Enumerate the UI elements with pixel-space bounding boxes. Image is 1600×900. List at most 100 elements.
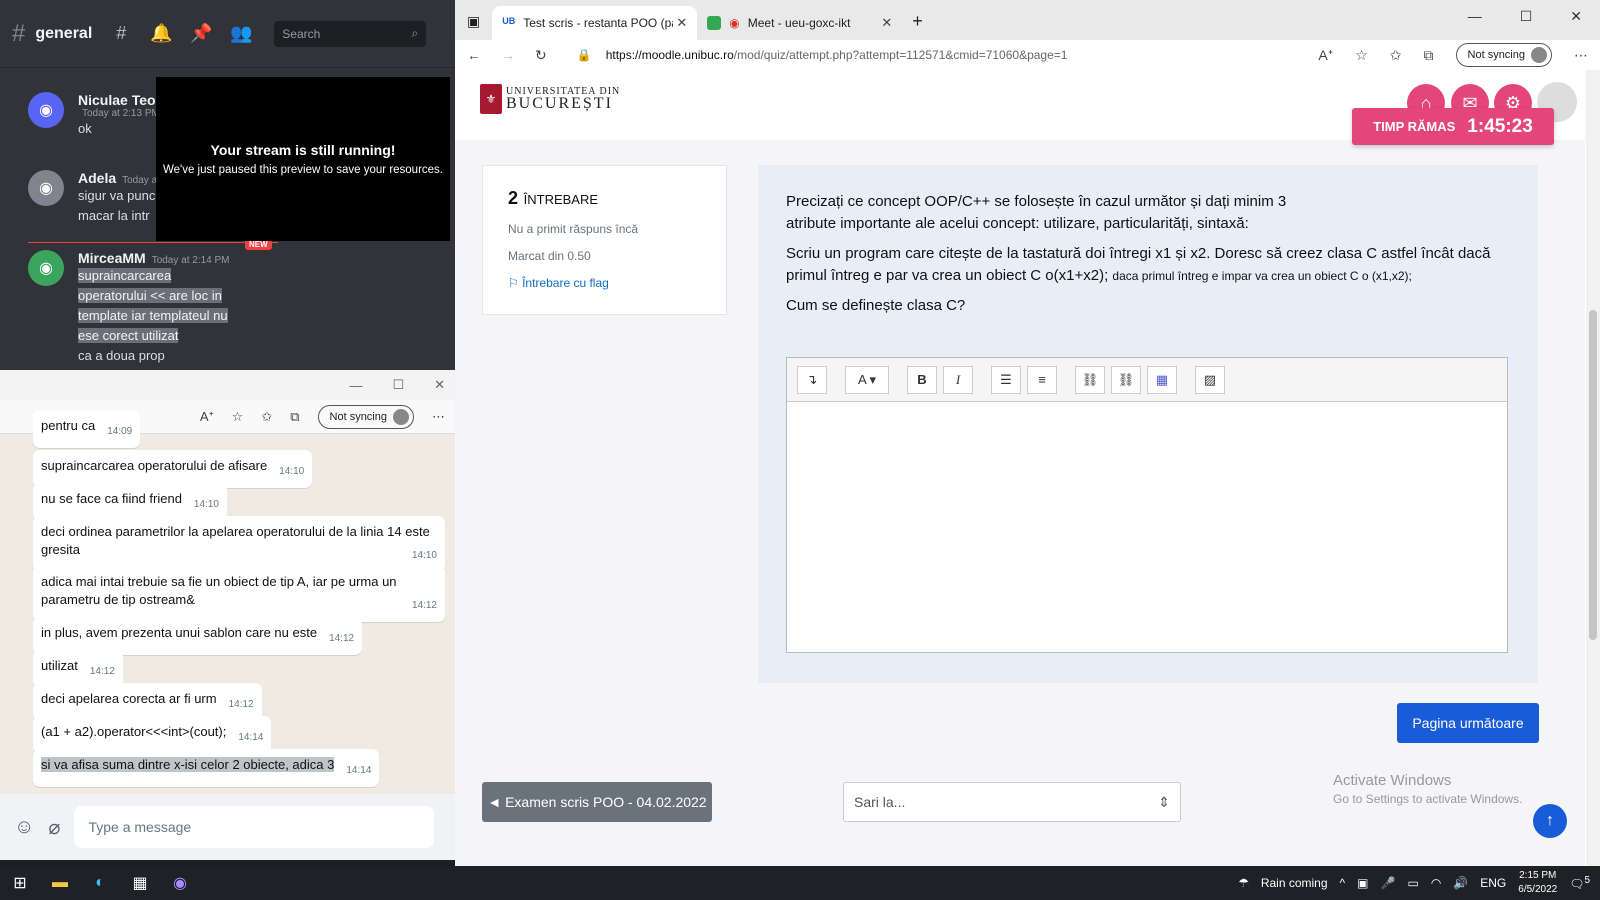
read-aloud-icon[interactable]: Aᐩ [1318,47,1333,64]
discord-avatar[interactable]: ◉ [28,170,64,206]
collections-icon[interactable]: ⧉ [1424,47,1434,64]
bell-icon[interactable]: 🔔 [150,23,172,45]
discord-avatar[interactable]: ◉ [28,92,64,128]
message-text: template iar templateul nu [78,308,228,323]
timer-label: TIMP RĂMAS [1373,119,1456,134]
new-messages-divider [28,242,278,243]
url-field[interactable]: 🔒 https://moodle.unibuc.ro/mod/quiz/attem… [577,48,1277,62]
new-tab-icon[interactable]: + [912,11,923,32]
discord-icon[interactable]: ◉ [160,866,200,900]
maximize-icon[interactable]: ☐ [1520,8,1533,25]
not-syncing-button[interactable]: Not syncing [317,404,414,429]
bullet-list-icon[interactable]: ☰ [991,365,1021,394]
threads-icon[interactable]: # [110,23,132,45]
back-icon[interactable]: ← [467,47,481,63]
refresh-icon[interactable]: ↻ [535,47,547,64]
channel-name: general [35,24,93,42]
favorite-icon[interactable]: ☆ [232,409,244,425]
message-text: sigur va punc [78,188,156,203]
editor-textarea[interactable] [787,402,1507,652]
question-content: Precizați ce concept OOP/C++ se foloseșt… [758,165,1538,683]
minimize-icon[interactable]: — [1468,8,1482,25]
read-aloud-icon[interactable]: Aᐩ [200,409,214,425]
question-marks: Marcat din 0.50 [508,249,591,263]
show-hidden-icon[interactable]: ^ [1340,876,1346,890]
minimize-icon[interactable]: — [349,378,362,393]
chat-message-bubble[interactable]: pentru ca 14:09 [33,410,141,448]
attach-icon[interactable]: ⌀ [48,815,60,840]
back-to-top-button[interactable]: ↑ [1533,804,1567,838]
more-icon[interactable]: ⋯ [432,409,445,425]
favorite-icon[interactable]: ☆ [1355,47,1368,64]
forward-icon[interactable]: → [501,47,515,63]
more-icon[interactable]: ⋯ [1574,47,1588,64]
stream-paused-overlay[interactable]: Your stream is still running! We've just… [156,77,450,241]
file-explorer-icon[interactable]: ▬ [40,866,80,900]
edge-icon[interactable]: ◐ [80,866,120,900]
weather-label[interactable]: Rain coming [1261,876,1328,890]
jump-to-select[interactable]: Sari la... ⇕ [843,782,1181,822]
windows-start-icon[interactable]: ⊞ [0,866,40,900]
bold-icon[interactable]: B [907,365,937,394]
image-icon[interactable]: ▨ [1195,365,1225,394]
next-page-button[interactable]: Pagina următoare [1397,703,1539,743]
chat-message-bubble[interactable]: deci ordinea parametrilor la apelarea op… [33,516,445,572]
emoji-icon[interactable]: ☺ [14,816,34,839]
tab-quiz[interactable]: UB Test scris - restanta POO (page 2 ✕ [492,6,698,40]
unlink-icon[interactable]: ⛓ [1111,365,1141,394]
language-label[interactable]: ENG [1480,876,1506,890]
tab-actions-icon[interactable]: ▣ [467,13,480,30]
notification-count: 5 [1584,875,1590,886]
pin-icon[interactable]: 📌 [190,23,212,45]
calculator-icon[interactable]: ▦ [120,866,160,900]
message-text: supraincarcarea operatorului de afisare [41,458,268,473]
volume-icon[interactable]: 🔊 [1453,876,1468,890]
tab-meet[interactable]: ◉ Meet - ueu-goxc-ikt ✕ [697,6,902,40]
italic-icon[interactable]: I [943,365,973,394]
close-tab-icon[interactable]: ✕ [676,15,687,31]
favorites-icon[interactable]: ✩ [1390,47,1402,64]
system-tray: ☂ Rain coming ^ ▣ 🎤 ▭ ◠ 🔊 ENG 2:15 PM 6/… [1238,869,1600,897]
message-time: 14:10 [411,550,437,561]
discord-window: # general # 🔔 📌 👥 Search ⌕ ◉ Niculae Teo… [0,0,455,370]
discord-search[interactable]: Search ⌕ [274,20,427,47]
wifi-icon[interactable]: ◠ [1431,876,1441,890]
flag-question-link[interactable]: ⚐ Întrebare cu flag [508,276,701,290]
microphone-icon[interactable]: 🎤 [1381,876,1396,890]
close-tab-icon[interactable]: ✕ [881,15,892,31]
close-icon[interactable]: ✕ [1570,8,1582,25]
taskbar: ⊞ ▬ ◐ ▦ ◉ ☂ Rain coming ^ ▣ 🎤 ▭ ◠ 🔊 ENG … [0,866,1600,900]
message-text: nu se face ca fiind friend [41,491,182,506]
discord-avatar[interactable]: ◉ [28,250,64,286]
weather-icon[interactable]: ☂ [1238,876,1249,890]
previous-activity-button[interactable]: ◄ Examen scris POO - 04.02.2022 [482,782,712,822]
not-syncing-button[interactable]: Not syncing [1455,43,1552,67]
scrollbar-thumb[interactable] [1589,310,1597,640]
message-input[interactable]: Type a message [74,806,435,848]
message-text: operatorului << are loc in [78,288,222,303]
members-icon[interactable]: 👥 [230,23,252,45]
page-scrollbar[interactable] [1586,70,1600,866]
meet-tray-icon[interactable]: ▣ [1357,876,1368,890]
collections-icon[interactable]: ⧉ [290,409,299,425]
chat-message-bubble[interactable]: adica mai intai trebuie sa fie un obiect… [33,566,445,622]
numbered-list-icon[interactable]: ≡ [1027,365,1057,394]
maximize-icon[interactable]: ☐ [392,377,404,393]
favorites-icon[interactable]: ✩ [261,409,272,425]
teams-icon[interactable]: ▦ [1147,365,1177,394]
university-logo[interactable]: ⚜ UNIVERSITATEA DIN BUCUREȘTI [480,84,620,114]
link-icon[interactable]: ⛓ [1075,365,1105,394]
notifications-icon[interactable]: 🗨5 [1569,875,1590,891]
author-name[interactable]: Adela Today a [78,170,157,186]
font-style-icon[interactable]: A ▾ [845,365,889,394]
battery-icon[interactable]: ▭ [1407,876,1418,890]
close-icon[interactable]: ✕ [434,377,445,393]
expand-toolbar-icon[interactable]: ↴ [797,365,827,394]
clock[interactable]: 2:15 PM 6/5/2022 [1518,869,1557,897]
author-name[interactable]: Niculae Teod [78,92,164,108]
chat-message-bubble[interactable]: si va afisa suma dintre x-isi celor 2 ob… [33,749,380,787]
message-text: ca a doua prop [78,348,165,363]
ub-favicon-icon: UB [502,16,516,30]
question-text: Scriu un program care citește de la tast… [786,245,1491,262]
author-name[interactable]: MirceaMM Today at 2:14 PM [78,250,230,266]
